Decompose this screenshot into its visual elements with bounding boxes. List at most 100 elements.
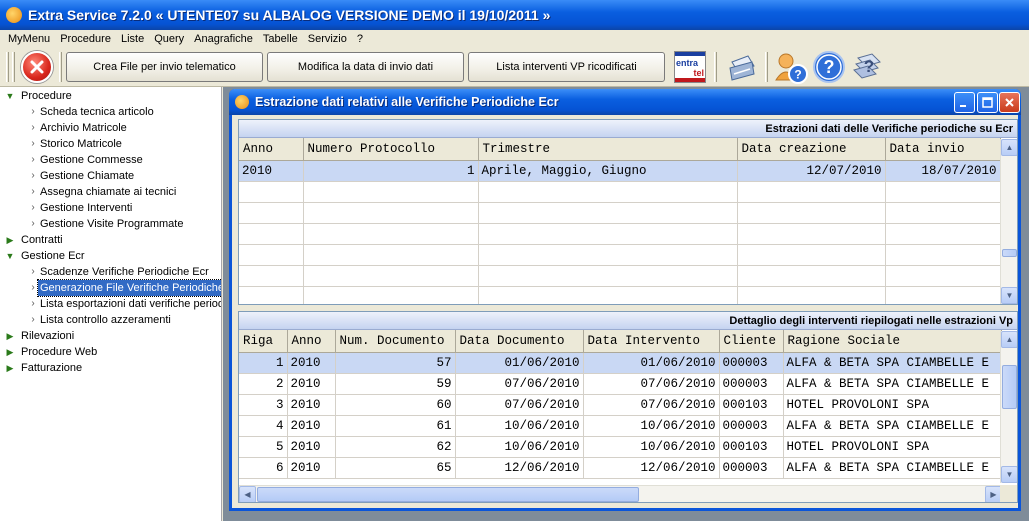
tree-node-gestione-ecr[interactable]: ▼ Gestione Ecr <box>0 248 221 264</box>
tree-item-gestione-interventi[interactable]: › Gestione Interventi <box>0 200 221 216</box>
scroll-up-arrow-icon[interactable]: ▲ <box>1001 331 1017 348</box>
grid-header-row: Anno Numero Protocollo Trimestre Data cr… <box>239 138 1001 161</box>
tree-item-lista-controllo[interactable]: › Lista controllo azzeramenti <box>0 312 221 328</box>
table-row[interactable]: 6 2010 65 12/06/2010 12/06/2010 000003 A… <box>239 457 1002 479</box>
tree-node-procedure[interactable]: ▼ Procedure <box>0 88 221 104</box>
cell-anno: 2010 <box>239 160 304 182</box>
column-header-trimestre[interactable]: Trimestre <box>478 138 738 161</box>
tree-item-storico-matricole[interactable]: › Storico Matricole <box>0 136 221 152</box>
table-row[interactable]: 5 2010 62 10/06/2010 10/06/2010 000103 H… <box>239 436 1002 458</box>
tree-node-fatturazione[interactable]: ▶ Fatturazione <box>0 360 221 376</box>
collapsed-triangle-icon[interactable]: ▶ <box>5 328 15 344</box>
dettaglio-panel: Dettaglio degli interventi riepilogati n… <box>238 311 1018 503</box>
collapsed-triangle-icon[interactable]: ▶ <box>5 344 15 360</box>
help-book-button[interactable]: ? <box>852 50 886 84</box>
cell-cliente: 000003 <box>719 415 784 437</box>
cell-anno: 2010 <box>287 457 336 479</box>
minimize-button[interactable] <box>954 92 975 113</box>
help-book-icon: ? <box>853 52 881 79</box>
scroll-thumb[interactable] <box>1002 249 1017 257</box>
lista-interventi-button[interactable]: Lista interventi VP ricodificati <box>468 51 665 82</box>
expanded-triangle-icon[interactable]: ▼ <box>5 248 15 264</box>
column-header-num-documento[interactable]: Num. Documento <box>335 330 456 353</box>
column-header-anno[interactable]: Anno <box>239 138 304 161</box>
menu-bar: MyMenu Procedure Liste Query Anagrafiche… <box>0 30 1029 47</box>
scroll-up-arrow-icon[interactable]: ▲ <box>1001 139 1017 156</box>
empty-row[interactable] <box>239 202 1001 224</box>
tree-item-archivio-matricole[interactable]: › Archivio Matricole <box>0 120 221 136</box>
dettaglio-panel-header: Dettaglio degli interventi riepilogati n… <box>239 312 1017 330</box>
column-header-data-creazione[interactable]: Data creazione <box>737 138 886 161</box>
menu-liste[interactable]: Liste <box>116 33 149 45</box>
column-header-data-intervento[interactable]: Data Intervento <box>583 330 720 353</box>
column-header-cliente[interactable]: Cliente <box>719 330 784 353</box>
horizontal-scrollbar[interactable]: ◀ ▶ <box>239 485 1002 502</box>
entratel-button[interactable]: entra tel <box>674 50 706 83</box>
scroll-down-arrow-icon[interactable]: ▼ <box>1001 287 1017 304</box>
column-header-riga[interactable]: Riga <box>239 330 288 353</box>
table-row[interactable]: 3 2010 60 07/06/2010 07/06/2010 000103 H… <box>239 394 1002 416</box>
empty-row[interactable] <box>239 181 1001 203</box>
vertical-scrollbar[interactable]: ▲ ▼ <box>1000 139 1017 304</box>
tree-node-rilevazioni[interactable]: ▶ Rilevazioni <box>0 328 221 344</box>
tree-item-scheda-tecnica[interactable]: › Scheda tecnica articolo <box>0 104 221 120</box>
tree-item-generazione-file[interactable]: › Generazione File Verifiche Periodiche <box>0 279 221 297</box>
tree-item-gestione-commesse[interactable]: › Gestione Commesse <box>0 152 221 168</box>
scroll-thumb[interactable] <box>257 487 639 502</box>
tree-item-scadenze-verifiche[interactable]: › Scadenze Verifiche Periodiche Ecr <box>0 264 221 280</box>
chevron-right-icon: › <box>31 202 35 213</box>
menu-mymenu[interactable]: MyMenu <box>0 33 55 45</box>
column-header-data-documento[interactable]: Data Documento <box>455 330 584 353</box>
help-button[interactable]: ? <box>812 50 846 84</box>
column-header-anno[interactable]: Anno <box>287 330 336 353</box>
empty-row[interactable] <box>239 286 1001 304</box>
tree-node-contratti[interactable]: ▶ Contratti <box>0 232 221 248</box>
empty-row[interactable] <box>239 223 1001 245</box>
collapsed-triangle-icon[interactable]: ▶ <box>5 360 15 376</box>
menu-procedure[interactable]: Procedure <box>55 33 116 45</box>
expanded-triangle-icon[interactable]: ▼ <box>5 88 15 104</box>
collapsed-triangle-icon[interactable]: ▶ <box>5 232 15 248</box>
column-header-ragione-sociale[interactable]: Ragione Sociale <box>783 330 1002 353</box>
cell-data-intervento: 10/06/2010 <box>583 436 720 458</box>
column-header-data-invio[interactable]: Data invio <box>885 138 1001 161</box>
menu-anagrafiche[interactable]: Anagrafiche <box>189 33 258 45</box>
chevron-right-icon: › <box>31 122 35 133</box>
table-row[interactable]: 4 2010 61 10/06/2010 10/06/2010 000003 A… <box>239 415 1002 437</box>
table-row[interactable]: 2 2010 59 07/06/2010 07/06/2010 000003 A… <box>239 373 1002 395</box>
tree-item-lista-esportazioni[interactable]: › Lista esportazioni dati verifiche perio… <box>0 296 221 312</box>
tree-label: Gestione Commesse <box>40 154 143 166</box>
window-title-bar[interactable]: Estrazione dati relativi alle Verifiche … <box>229 89 1021 115</box>
menu-query[interactable]: Query <box>149 33 189 45</box>
scroll-thumb[interactable] <box>1002 365 1017 409</box>
chevron-right-icon: › <box>31 170 35 181</box>
empty-row[interactable] <box>239 244 1001 266</box>
navigation-tree: ▼ Procedure › Scheda tecnica articolo › Arc… <box>0 87 222 521</box>
cell-num-documento: 65 <box>335 457 456 479</box>
tree-item-gestione-chiamate[interactable]: › Gestione Chiamate <box>0 168 221 184</box>
tree-node-procedure-web[interactable]: ▶ Procedure Web <box>0 344 221 360</box>
empty-row[interactable] <box>239 265 1001 287</box>
close-button[interactable] <box>999 92 1020 113</box>
modifica-data-button[interactable]: Modifica la data di invio dati <box>267 51 464 82</box>
maximize-button[interactable] <box>977 92 998 113</box>
vertical-scrollbar[interactable]: ▲ ▼ <box>1000 331 1017 483</box>
menu-tabelle[interactable]: Tabelle <box>258 33 303 45</box>
tree-item-gestione-visite[interactable]: › Gestione Visite Programmate <box>0 216 221 232</box>
printer-button[interactable] <box>725 50 759 84</box>
user-help-button[interactable]: ? <box>774 50 808 84</box>
app-logo-icon <box>6 7 22 23</box>
tree-item-assegna-chiamate[interactable]: › Assegna chiamate ai tecnici <box>0 184 221 200</box>
menu-help[interactable]: ? <box>352 33 368 45</box>
toolbar-grip[interactable] <box>6 51 9 82</box>
app-title-bar: Extra Service 7.2.0 « UTENTE07 su ALBALO… <box>0 0 1029 30</box>
crea-file-button[interactable]: Crea File per invio telematico <box>66 51 263 82</box>
scroll-left-arrow-icon[interactable]: ◀ <box>239 486 256 502</box>
scroll-down-arrow-icon[interactable]: ▼ <box>1001 466 1017 483</box>
table-row[interactable]: 1 2010 57 01/06/2010 01/06/2010 000003 A… <box>239 352 1002 374</box>
menu-servizio[interactable]: Servizio <box>303 33 352 45</box>
cell-data-intervento: 12/06/2010 <box>583 457 720 479</box>
exit-button[interactable] <box>21 50 53 83</box>
table-row[interactable]: 2010 1 Aprile, Maggio, Giugno 12/07/2010… <box>239 160 1001 182</box>
column-header-protocollo[interactable]: Numero Protocollo <box>303 138 479 161</box>
